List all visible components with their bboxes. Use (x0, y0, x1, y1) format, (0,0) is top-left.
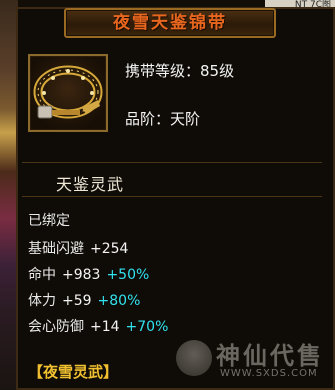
set-tag: 【夜雪灵武】 (28, 363, 119, 381)
watermark-title: 神仙代售 (216, 341, 324, 370)
carry-level-label: 携带等级： (125, 62, 201, 80)
rank-value: 天阶 (170, 110, 201, 128)
divider-mid (22, 196, 322, 197)
carry-level: 携带等级：85级 (125, 60, 234, 81)
attribute-row: 命中 +983 +50% (28, 264, 149, 284)
attribute-row: 体力 +59 +80% (28, 290, 140, 310)
attribute-bonus: +80% (97, 293, 141, 309)
attribute-row: 基础闪避 +254 (28, 238, 128, 258)
attribute-value: +254 (90, 241, 129, 257)
attribute-name: 命中 (28, 267, 56, 283)
carry-level-value: 85级 (200, 62, 235, 80)
item-title-bar: 夜雪天鉴锦带 (64, 8, 276, 38)
attribute-name: 体力 (28, 293, 56, 309)
bound-status-text: 已绑定 (28, 213, 70, 229)
attribute-row: 会心防御 +14 +70% (28, 316, 168, 336)
divider-top (22, 162, 322, 163)
attribute-bonus: +70% (125, 319, 169, 335)
set-name: 天鉴灵武 (56, 175, 125, 194)
belt-icon-graphic (33, 65, 103, 119)
attribute-name: 基础闪避 (28, 241, 84, 257)
watermark-url: WWW.SXDS.COM (220, 368, 318, 379)
attribute-value: +983 (62, 267, 101, 283)
rank-label: 品阶： (125, 110, 171, 128)
item-rank: 品阶：天阶 (125, 108, 200, 129)
attribute-value: +59 (62, 293, 92, 309)
attribute-bonus: +50% (106, 267, 150, 283)
attribute-list: 已绑定 基础闪避 +254 命中 +983 +50% 体力 +59 +80% 会心防御 +1… (22, 200, 322, 350)
item-name: 夜雪天鉴锦带 (113, 13, 227, 33)
game-screen: NT 7C图 夜雪天鉴锦带 携带等级：85级 品阶：天阶 天鉴灵武 已绑定 基础… (0, 0, 335, 390)
attribute-value: +14 (90, 319, 120, 335)
attribute-name: 会心防御 (28, 319, 84, 335)
belt-icon (28, 54, 108, 132)
watermark: 神仙代售 WWW.SXDS.COM (176, 334, 330, 384)
bound-status: 已绑定 (28, 210, 70, 230)
watermark-logo-icon (176, 340, 212, 376)
